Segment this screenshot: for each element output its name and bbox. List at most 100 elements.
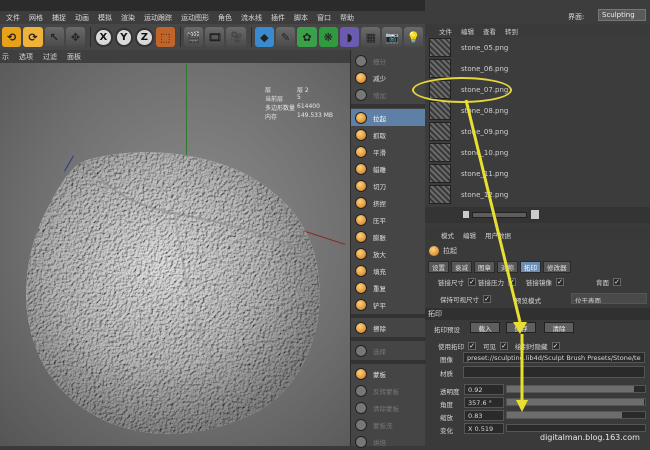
brush-mid2-0[interactable]: 选择: [351, 342, 426, 359]
brush-bottom-2[interactable]: 清除蒙板: [351, 399, 426, 416]
thumbnail-size-slider[interactable]: [472, 212, 527, 218]
viewport-menu-item[interactable]: 示: [2, 52, 9, 62]
brush-main-6[interactable]: 压平: [351, 211, 426, 228]
menu-item[interactable]: 渲染: [121, 13, 135, 23]
render-picture-icon[interactable]: 🎞: [205, 27, 225, 47]
brush-bottom-3[interactable]: 蒙板洗: [351, 416, 426, 433]
menu-item[interactable]: 流水线: [241, 13, 262, 23]
subdivision-icon[interactable]: ✿: [297, 27, 317, 47]
param-slider[interactable]: [506, 385, 646, 393]
use-stamp-checkbox[interactable]: ✓: [468, 341, 476, 350]
z-axis-button[interactable]: Z: [135, 27, 154, 47]
param-slider[interactable]: [506, 398, 646, 406]
brush-main-2[interactable]: 平滑: [351, 143, 426, 160]
sculpted-rock[interactable]: [24, 151, 324, 441]
preset-save-button[interactable]: 保存: [506, 322, 536, 333]
cb-menu-item[interactable]: 查看: [483, 26, 496, 36]
file-item[interactable]: stone_05.png: [429, 37, 644, 58]
menu-item[interactable]: 窗口: [317, 13, 331, 23]
light-icon[interactable]: 💡: [403, 27, 424, 47]
param-slider[interactable]: [506, 424, 646, 432]
subtab[interactable]: 对称: [497, 261, 518, 273]
viewport-menu-item[interactable]: 选项: [19, 52, 33, 62]
file-item[interactable]: stone_12.png: [429, 184, 644, 205]
menu-item[interactable]: 网格: [29, 13, 43, 23]
file-item[interactable]: stone_11.png: [429, 163, 644, 184]
file-item[interactable]: stone_09.png: [429, 121, 644, 142]
menu-item[interactable]: 运动图形: [181, 13, 209, 23]
zoom-small-icon[interactable]: [463, 211, 469, 218]
zoom-large-icon[interactable]: [531, 210, 539, 219]
brush-main-1[interactable]: 抓取: [351, 126, 426, 143]
brush-bottom-1[interactable]: 反转蒙板: [351, 382, 426, 399]
cb-menu-item[interactable]: 编辑: [461, 26, 474, 36]
x-axis-button[interactable]: X: [94, 27, 113, 47]
cube-icon[interactable]: ◆: [254, 27, 274, 47]
attr-menu-item[interactable]: 用户数据: [485, 230, 511, 240]
y-axis-button[interactable]: Y: [114, 27, 134, 47]
brush-bottom-4[interactable]: 烘焙: [351, 433, 426, 450]
menu-item[interactable]: 模拟: [98, 13, 112, 23]
deformer-icon[interactable]: ◗: [339, 27, 360, 47]
brush-main-8[interactable]: 放大: [351, 245, 426, 262]
pen-icon[interactable]: ✎: [275, 27, 296, 47]
param-value-field[interactable]: X 0.519: [464, 423, 504, 434]
camera-icon[interactable]: 📷: [382, 27, 402, 47]
render-view-icon[interactable]: 🎬: [183, 27, 204, 47]
brush-main-3[interactable]: 蜡雕: [351, 160, 426, 177]
file-item[interactable]: stone_06.png: [429, 58, 644, 79]
checkbox[interactable]: ✓: [556, 277, 564, 286]
brush-main-7[interactable]: 膨胀: [351, 228, 426, 245]
menu-item[interactable]: 插件: [271, 13, 285, 23]
menu-item[interactable]: 角色: [218, 13, 232, 23]
visible-checkbox[interactable]: ✓: [500, 341, 508, 350]
brush-mid-0[interactable]: 擦除: [351, 319, 426, 336]
menu-item[interactable]: 运动跟踪: [144, 13, 172, 23]
undo-icon[interactable]: ⟲: [2, 27, 22, 47]
image-path-field[interactable]: preset://sculpting.lib4d/Sculpt Brush Pr…: [463, 352, 645, 363]
floor-icon[interactable]: ▦: [361, 27, 381, 47]
subtab[interactable]: 修改器: [543, 261, 571, 273]
checkbox[interactable]: ✓: [613, 277, 621, 286]
layout-select[interactable]: Sculpting: [598, 9, 646, 21]
menu-item[interactable]: 捕捉: [52, 13, 66, 23]
brush-main-10[interactable]: 重复: [351, 279, 426, 296]
viewport-menu-item[interactable]: 面板: [67, 52, 81, 62]
render-settings-icon[interactable]: 🎥: [226, 27, 246, 47]
material-field[interactable]: [463, 366, 645, 378]
redo-icon[interactable]: ⟳: [23, 27, 43, 47]
menu-item[interactable]: 脚本: [294, 13, 308, 23]
coordinate-system-icon[interactable]: ⬚: [155, 27, 175, 47]
brush-main-0[interactable]: 拉起: [351, 109, 426, 126]
brush-main-11[interactable]: 铲平: [351, 296, 426, 313]
brush-top-0[interactable]: 细分: [351, 52, 426, 69]
param-value-field[interactable]: 0.83: [464, 410, 504, 421]
param-slider[interactable]: [506, 411, 646, 419]
attr-menu-item[interactable]: 编辑: [463, 230, 476, 240]
move-icon[interactable]: ✥: [65, 27, 86, 47]
brush-main-4[interactable]: 切刀: [351, 177, 426, 194]
attr-menu-item[interactable]: 模式: [441, 230, 454, 240]
keep-size-checkbox[interactable]: ✓: [483, 294, 491, 303]
subtab[interactable]: 拓印: [520, 261, 541, 273]
brush-bottom-0[interactable]: 蒙板: [351, 365, 426, 382]
cb-menu-item[interactable]: 转到: [505, 26, 518, 36]
viewport-menu-item[interactable]: 过滤: [43, 52, 57, 62]
subtab[interactable]: 设置: [428, 261, 449, 273]
param-value-field[interactable]: 0.92: [464, 384, 504, 395]
menu-item[interactable]: 帮助: [340, 13, 354, 23]
viewport[interactable]: 层层 2 当前层 5 多边形数量 614400 内存 149.533 MB: [0, 63, 350, 446]
checkbox[interactable]: ✓: [508, 277, 516, 286]
file-item[interactable]: stone_08.png: [429, 100, 644, 121]
cb-menu-item[interactable]: 文件: [439, 26, 452, 36]
checkbox[interactable]: ✓: [468, 277, 476, 286]
brush-main-5[interactable]: 挤捏: [351, 194, 426, 211]
draw-hide-checkbox[interactable]: ✓: [551, 341, 560, 350]
subtab[interactable]: 图章: [474, 261, 495, 273]
stamp-section-header[interactable]: 拓印: [425, 308, 650, 320]
brush-top-1[interactable]: 减少: [351, 69, 426, 86]
subtab[interactable]: 衰减: [451, 261, 472, 273]
file-item[interactable]: stone_10.png: [429, 142, 644, 163]
preset-load-button[interactable]: 载入: [470, 322, 500, 333]
menu-item[interactable]: 文件: [6, 13, 20, 23]
